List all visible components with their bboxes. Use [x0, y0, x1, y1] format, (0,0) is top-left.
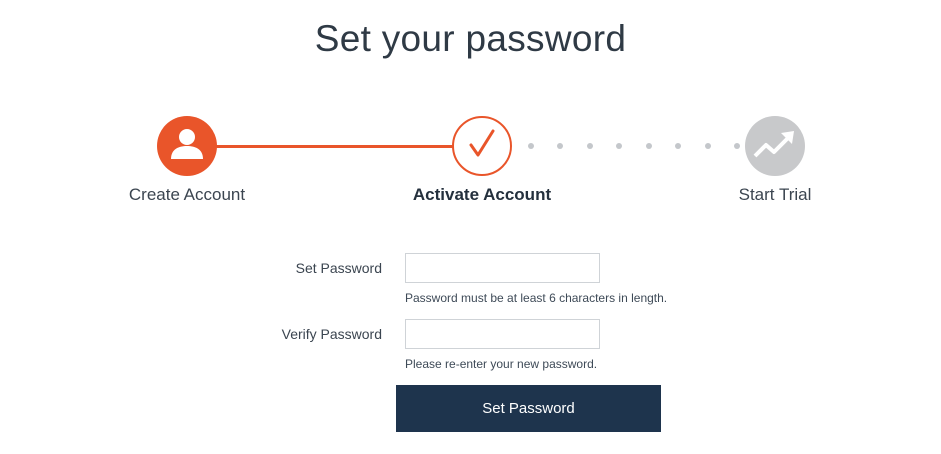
step-connector-complete [215, 145, 453, 148]
set-password-button[interactable]: Set Password [396, 385, 661, 432]
verify-password-label: Verify Password [281, 326, 382, 342]
verify-password-input[interactable] [405, 319, 600, 349]
step-label-activate-account: Activate Account [412, 185, 552, 204]
step-start-trial [745, 116, 805, 176]
progress-stepper: Create Account Activate Account Start Tr… [0, 0, 941, 230]
trend-up-icon [753, 128, 797, 165]
checkmark-icon [467, 128, 497, 165]
step-activate-account [452, 116, 512, 176]
user-icon [169, 127, 205, 166]
set-password-help: Password must be at least 6 characters i… [405, 291, 668, 305]
verify-password-help: Please re-enter your new password. [405, 357, 598, 371]
set-password-label: Set Password [295, 260, 382, 276]
step-connector-pending [528, 143, 740, 149]
step-label-create-account: Create Account [128, 185, 246, 204]
set-password-input[interactable] [405, 253, 600, 283]
step-create-account [157, 116, 217, 176]
step-label-start-trial: Start Trial [738, 185, 812, 204]
